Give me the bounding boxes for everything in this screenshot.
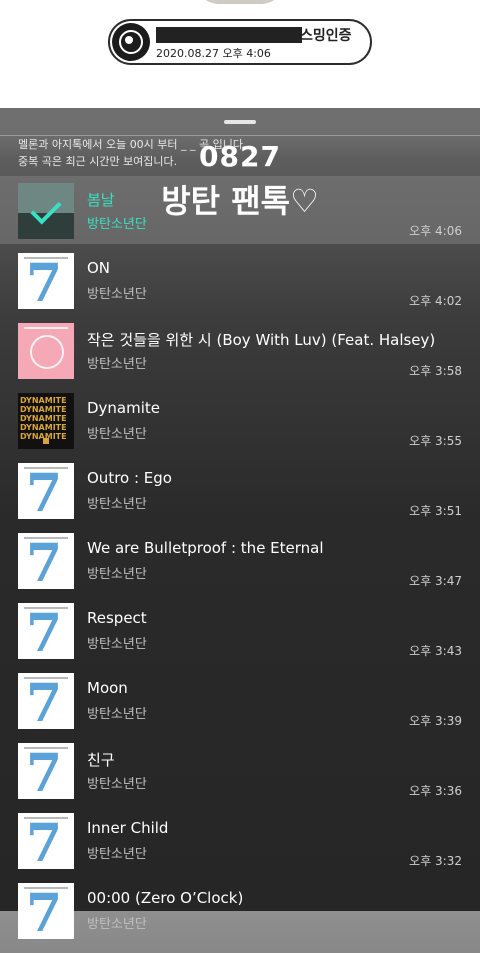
track-title: Inner Child [87, 819, 169, 837]
redacted-text [156, 27, 302, 43]
streaming-proof-pill[interactable]: 스밍인증 2020.08.27 오후 4:06 [108, 19, 372, 65]
track-title: Outro : Ego [87, 469, 172, 487]
track-row[interactable]: 7 Inner Child 방탄소년단 오후 3:32 [0, 813, 480, 883]
track-title: Moon [87, 679, 128, 697]
map-of-the-soul-7-art: 7 [18, 603, 74, 659]
header-area: 스밍인증 2020.08.27 오후 4:06 [0, 0, 480, 108]
track-row[interactable]: DYNAMITE DYNAMITE DYNAMITE DYNAMITE DYNAMITE… [0, 393, 480, 463]
map-of-the-soul-7-art: 7 [18, 533, 74, 589]
map-of-the-soul-7-art: 7 [18, 883, 74, 939]
track-time: 오후 3:47 [409, 574, 462, 588]
track-row[interactable]: 7 친구방탄소년단 오후 3:36 [0, 743, 480, 813]
track-title: 친구 [87, 751, 115, 769]
overlay-caption: 방탄 팬톡♡ [161, 182, 319, 220]
track-title: ON [87, 259, 111, 277]
track-row[interactable]: 7 ON 방탄소년단 오후 4:02 [0, 253, 480, 323]
track-artist: 방탄소년단 [87, 637, 147, 652]
map-of-the-soul-7-art: 7 [18, 253, 74, 309]
track-title: Dynamite [87, 399, 161, 417]
track-time: 오후 3:55 [409, 434, 462, 448]
track-title: 00:00 (Zero O’Clock) [87, 889, 244, 907]
track-row[interactable]: 7 Respect 방탄소년단 오후 3:43 [0, 603, 480, 673]
track-time: 오후 4:02 [409, 294, 462, 308]
track-row[interactable]: 7 Moon 방탄소년단 오후 3:39 [0, 673, 480, 743]
track-artist: 방탄소년단 [87, 427, 147, 442]
drag-handle[interactable] [224, 120, 256, 124]
overlay-date: 0827 [199, 140, 281, 173]
map-of-the-soul-7-art: 7 [18, 743, 74, 799]
track-artist: 방탄소년단 [87, 707, 147, 722]
pill-datetime: 2020.08.27 오후 4:06 [156, 47, 271, 60]
track-time: 오후 3:43 [409, 644, 462, 658]
track-artist: 방탄소년단 [87, 497, 147, 512]
track-row[interactable]: 작은 것들을 위한 시 (Boy With Luv) (Feat. Halsey… [0, 323, 480, 393]
track-title: Respect [87, 609, 147, 627]
map-of-the-soul-7-art: 7 [18, 813, 74, 869]
track-time: 오후 3:39 [409, 714, 462, 728]
track-time: 오후 4:06 [409, 224, 462, 238]
track-artist: 방탄소년단 [87, 287, 147, 302]
map-of-the-soul-7-art: 7 [18, 463, 74, 519]
vinyl-icon [112, 23, 150, 61]
track-artist: 방탄소년단 [87, 777, 147, 792]
persona-art [18, 323, 74, 379]
track-row[interactable]: 7 Outro : Ego 방탄소년단 오후 3:51 [0, 463, 480, 533]
track-time: 오후 3:36 [409, 784, 462, 798]
disc-art [195, 0, 285, 4]
track-artist: 방탄소년단 [87, 357, 147, 372]
track-artist: 방탄소년단 [87, 567, 147, 582]
track-time: 오후 3:32 [409, 854, 462, 868]
track-title: 작은 것들을 위한 시 (Boy With Luv) (Feat. Halsey… [87, 331, 436, 349]
track-row[interactable]: 7 00:00 (Zero O’Clock) 방탄소년단 [0, 883, 480, 953]
track-time: 오후 3:51 [409, 504, 462, 518]
track-artist: 방탄소년단 [87, 917, 147, 932]
track-time: 오후 3:58 [409, 364, 462, 378]
pill-title: 스밍인증 [300, 28, 352, 44]
dynamite-art: DYNAMITE DYNAMITE DYNAMITE DYNAMITE DYNAMITE [18, 393, 74, 449]
track-row[interactable]: 7 We are Bulletproof : the Eternal 방탄소년단 오후… [0, 533, 480, 603]
map-of-the-soul-7-art: 7 [18, 673, 74, 729]
track-artist: 방탄소년단 [87, 847, 147, 862]
track-title: We are Bulletproof : the Eternal [87, 539, 324, 557]
